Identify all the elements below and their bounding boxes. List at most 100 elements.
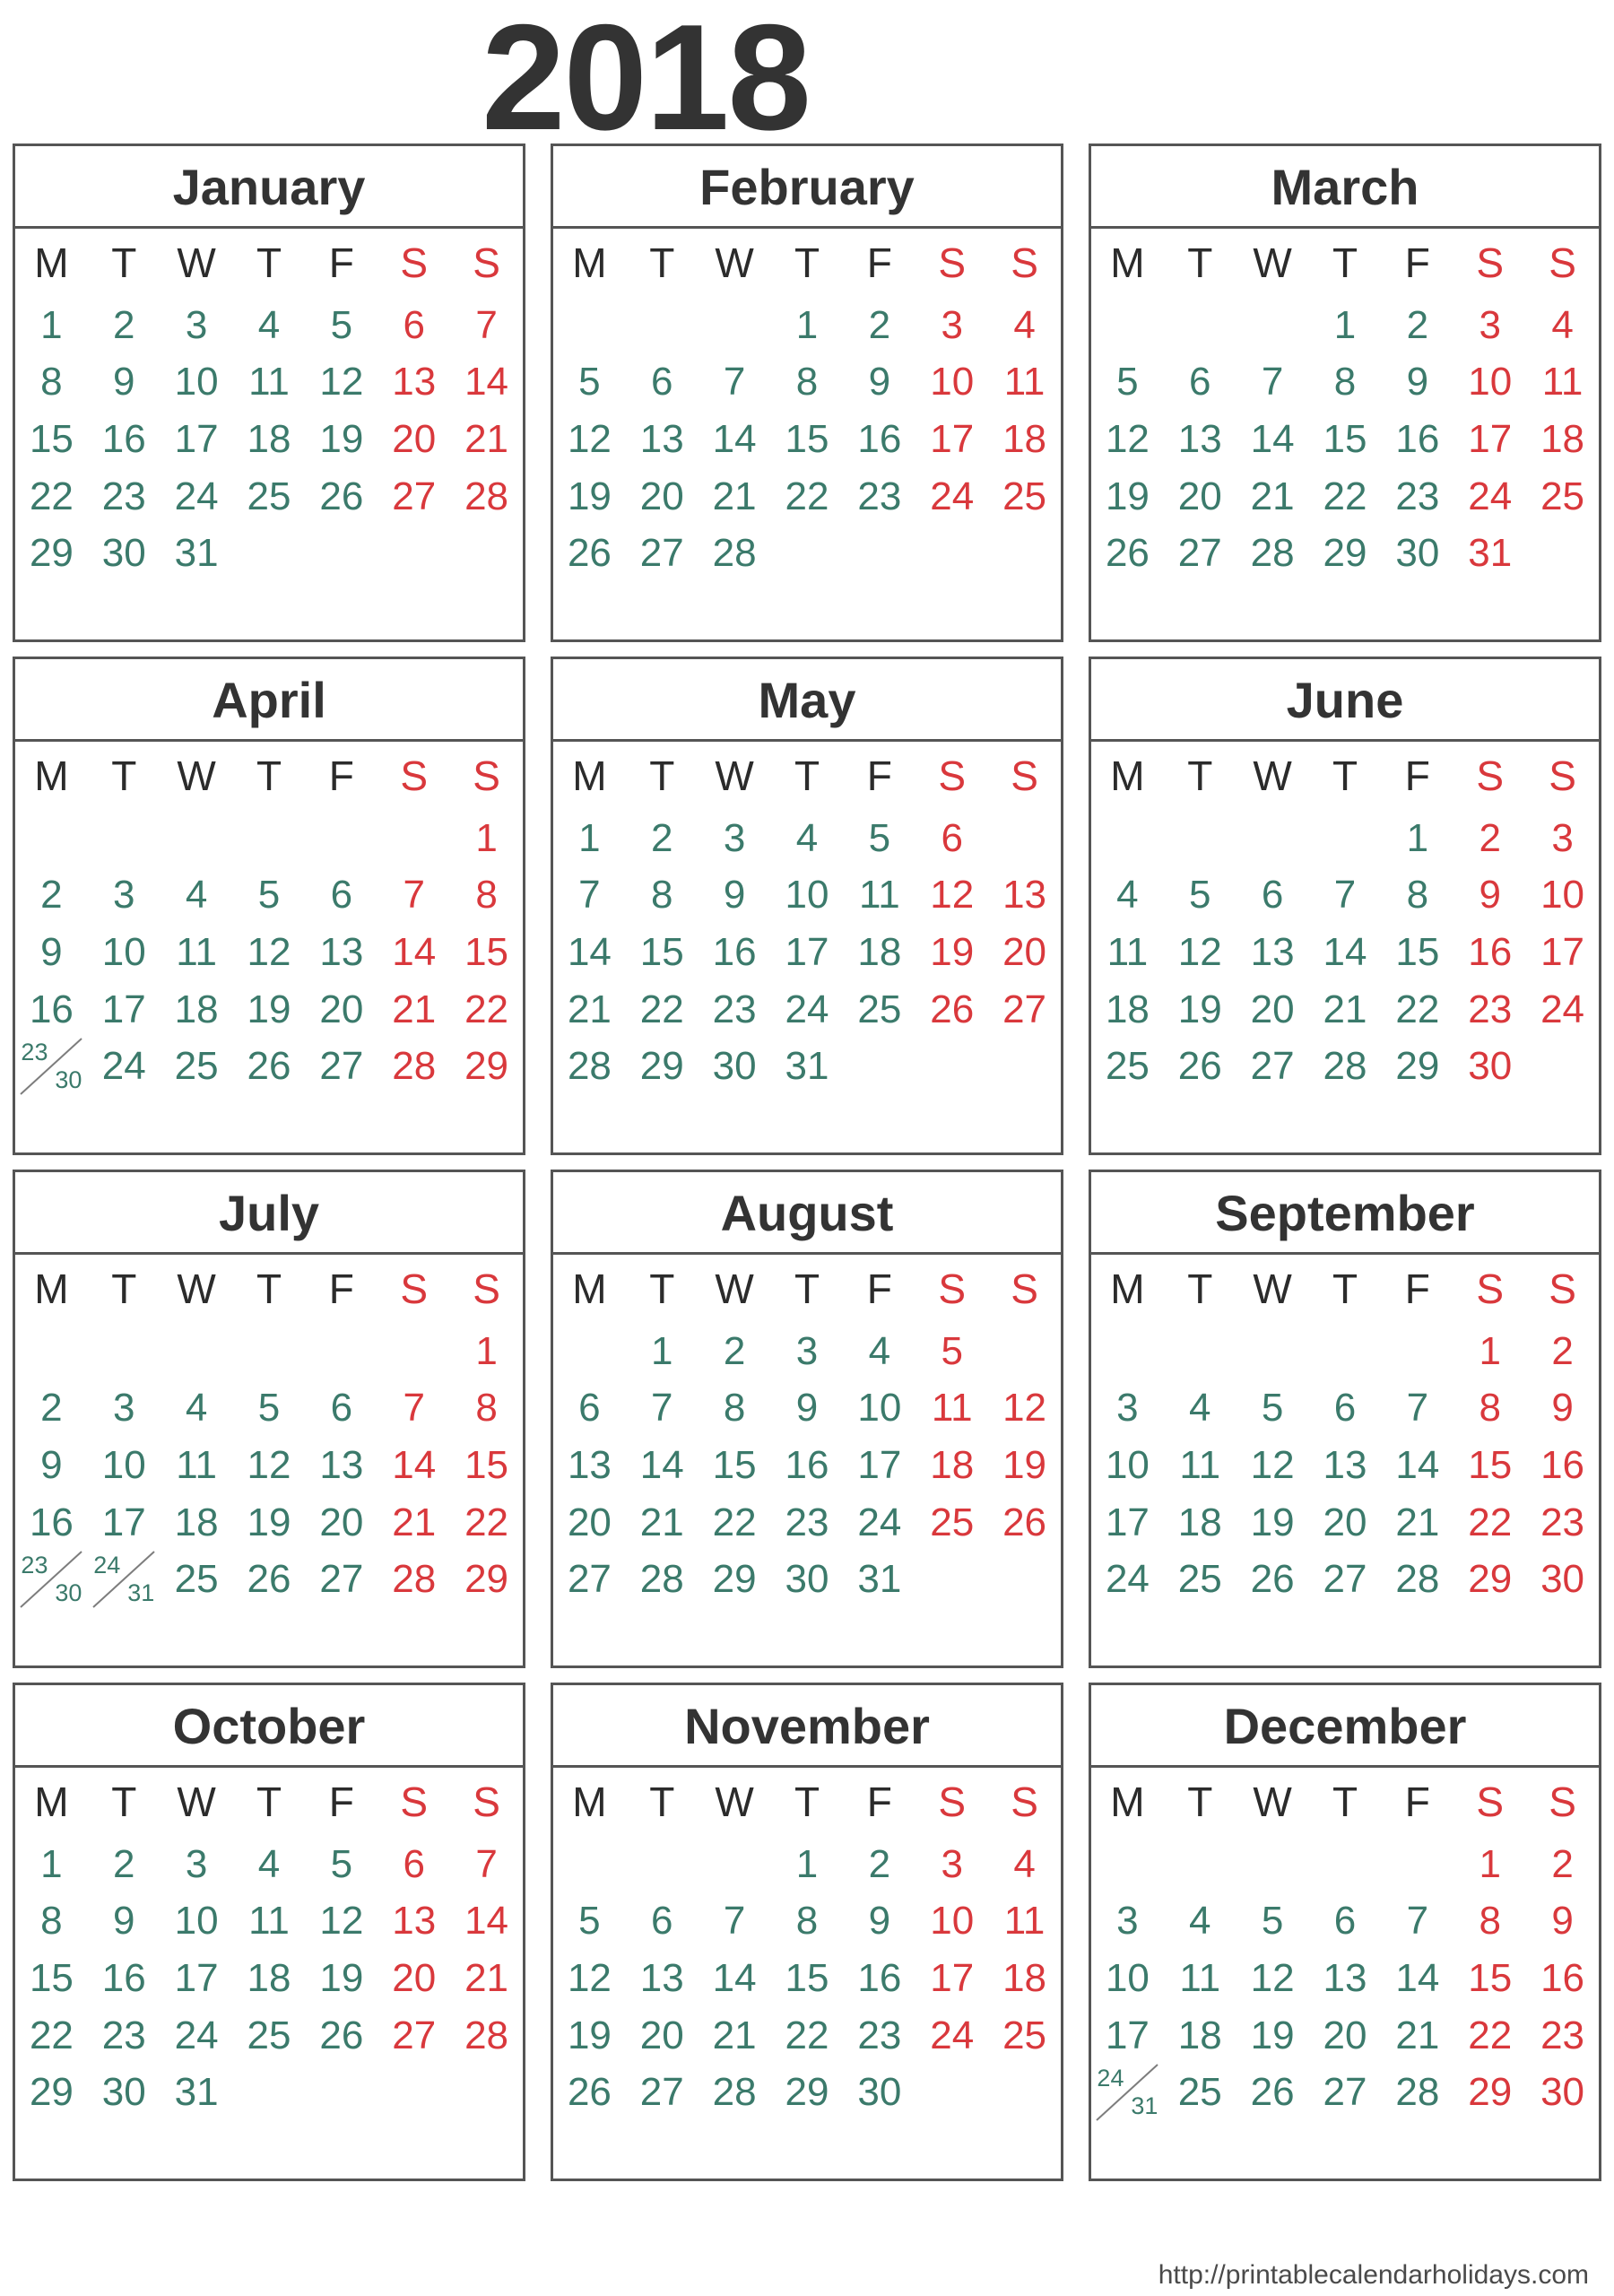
day-cell[interactable]: 12 (553, 411, 626, 468)
day-cell[interactable]: 25 (988, 468, 1061, 526)
day-cell[interactable]: 19 (553, 468, 626, 526)
day-cell[interactable]: 13 (1309, 1437, 1382, 1494)
day-cell[interactable]: 23 (843, 468, 915, 526)
day-cell[interactable]: 28 (450, 2007, 523, 2065)
day-cell[interactable]: 1 (1381, 810, 1453, 867)
day-cell[interactable]: 18 (1091, 981, 1164, 1039)
day-cell[interactable]: 2 (15, 867, 88, 925)
day-cell[interactable]: 9 (1526, 1380, 1599, 1438)
day-cell[interactable]: 8 (1453, 1893, 1526, 1951)
day-cell[interactable]: 27 (1309, 1552, 1382, 1609)
day-cell[interactable]: 16 (843, 411, 915, 468)
day-cell[interactable]: 25 (1526, 468, 1599, 526)
day-cell[interactable]: 17 (915, 411, 988, 468)
day-cell[interactable]: 27 (377, 468, 450, 526)
day-cell[interactable]: 4 (161, 867, 233, 925)
day-cell[interactable]: 10 (161, 1893, 233, 1951)
day-cell[interactable]: 13 (377, 1893, 450, 1951)
day-cell[interactable]: 29 (1309, 526, 1382, 583)
day-cell[interactable]: 29 (626, 1039, 699, 1096)
day-cell[interactable]: 27 (1164, 526, 1237, 583)
day-cell[interactable]: 17 (843, 1437, 915, 1494)
day-cell[interactable]: 15 (1453, 1950, 1526, 2007)
day-cell[interactable]: 3 (699, 810, 771, 867)
day-cell[interactable]: 20 (377, 1950, 450, 2007)
day-cell[interactable]: 19 (305, 411, 377, 468)
day-cell[interactable]: 12 (988, 1380, 1061, 1438)
day-cell[interactable]: 25 (915, 1494, 988, 1552)
day-cell[interactable]: 18 (1164, 1494, 1237, 1552)
day-cell[interactable]: 5 (1164, 867, 1237, 925)
day-cell[interactable]: 27 (1237, 1039, 1309, 1096)
day-cell[interactable]: 9 (88, 1893, 161, 1951)
day-cell[interactable]: 6 (626, 1893, 699, 1951)
day-cell[interactable]: 11 (233, 1893, 306, 1951)
day-cell[interactable]: 7 (450, 297, 523, 354)
day-cell[interactable]: 13 (626, 1950, 699, 2007)
day-cell[interactable]: 10 (771, 867, 844, 925)
day-cell[interactable]: 15 (15, 1950, 88, 2007)
day-cell[interactable]: 23 (1526, 2007, 1599, 2065)
day-cell[interactable]: 9 (843, 1893, 915, 1951)
day-cell[interactable]: 15 (1309, 411, 1382, 468)
day-cell[interactable]: 26 (233, 1552, 306, 1609)
day-cell[interactable]: 12 (553, 1950, 626, 2007)
day-cell[interactable]: 13 (626, 411, 699, 468)
day-cell[interactable]: 24 (843, 1494, 915, 1552)
day-cell[interactable]: 2 (626, 810, 699, 867)
day-cell[interactable]: 17 (771, 924, 844, 981)
day-cell[interactable]: 18 (233, 411, 306, 468)
day-cell[interactable]: 8 (771, 1893, 844, 1951)
day-cell[interactable]: 1 (1309, 297, 1382, 354)
day-cell[interactable]: 5 (915, 1323, 988, 1380)
day-cell[interactable]: 8 (15, 1893, 88, 1951)
day-cell[interactable]: 13 (988, 867, 1061, 925)
day-cell[interactable]: 5 (233, 867, 306, 925)
day-cell[interactable]: 26 (1164, 1039, 1237, 1096)
day-cell[interactable]: 21 (1381, 2007, 1453, 2065)
day-cell[interactable]: 20 (305, 1494, 377, 1552)
day-cell[interactable]: 9 (15, 1437, 88, 1494)
day-cell[interactable]: 30 (699, 1039, 771, 1096)
day-cell[interactable]: 28 (1309, 1039, 1382, 1096)
day-cell[interactable]: 26 (553, 526, 626, 583)
day-cell[interactable]: 27 (626, 2065, 699, 2122)
day-cell[interactable]: 16 (15, 981, 88, 1039)
day-cell[interactable]: 29 (699, 1552, 771, 1609)
day-cell[interactable]: 10 (88, 1437, 161, 1494)
day-cell[interactable]: 30 (1526, 1552, 1599, 1609)
day-cell[interactable]: 19 (1091, 468, 1164, 526)
day-cell[interactable]: 16 (1381, 411, 1453, 468)
day-cell[interactable]: 8 (1453, 1380, 1526, 1438)
day-cell[interactable]: 27 (305, 1039, 377, 1096)
day-cell[interactable]: 7 (553, 867, 626, 925)
day-cell[interactable]: 11 (161, 924, 233, 981)
day-cell[interactable]: 20 (626, 468, 699, 526)
day-cell[interactable]: 28 (553, 1039, 626, 1096)
day-cell[interactable]: 1 (15, 1836, 88, 1893)
day-cell[interactable]: 4 (988, 1836, 1061, 1893)
day-cell[interactable]: 28 (450, 468, 523, 526)
day-cell[interactable]: 26 (305, 468, 377, 526)
day-cell[interactable]: 20 (553, 1494, 626, 1552)
day-cell[interactable]: 1 (771, 1836, 844, 1893)
day-cell[interactable]: 26 (1237, 2065, 1309, 2122)
day-cell[interactable]: 15 (450, 1437, 523, 1494)
day-cell[interactable]: 18 (988, 411, 1061, 468)
day-cell[interactable]: 5 (843, 810, 915, 867)
day-cell[interactable]: 4 (233, 297, 306, 354)
day-cell[interactable]: 5 (305, 297, 377, 354)
day-cell[interactable]: 8 (1309, 354, 1382, 412)
day-cell[interactable]: 2 (1453, 810, 1526, 867)
day-cell[interactable]: 17 (1453, 411, 1526, 468)
day-cell[interactable]: 15 (699, 1437, 771, 1494)
day-cell[interactable]: 9 (1526, 1893, 1599, 1951)
day-cell[interactable]: 27 (988, 981, 1061, 1039)
day-cell[interactable]: 7 (450, 1836, 523, 1893)
day-cell[interactable]: 2 (1526, 1836, 1599, 1893)
day-cell[interactable]: 26 (988, 1494, 1061, 1552)
day-cell[interactable]: 4 (233, 1836, 306, 1893)
day-cell[interactable]: 26 (305, 2007, 377, 2065)
day-cell[interactable]: 12 (305, 1893, 377, 1951)
day-cell[interactable]: 16 (1526, 1437, 1599, 1494)
